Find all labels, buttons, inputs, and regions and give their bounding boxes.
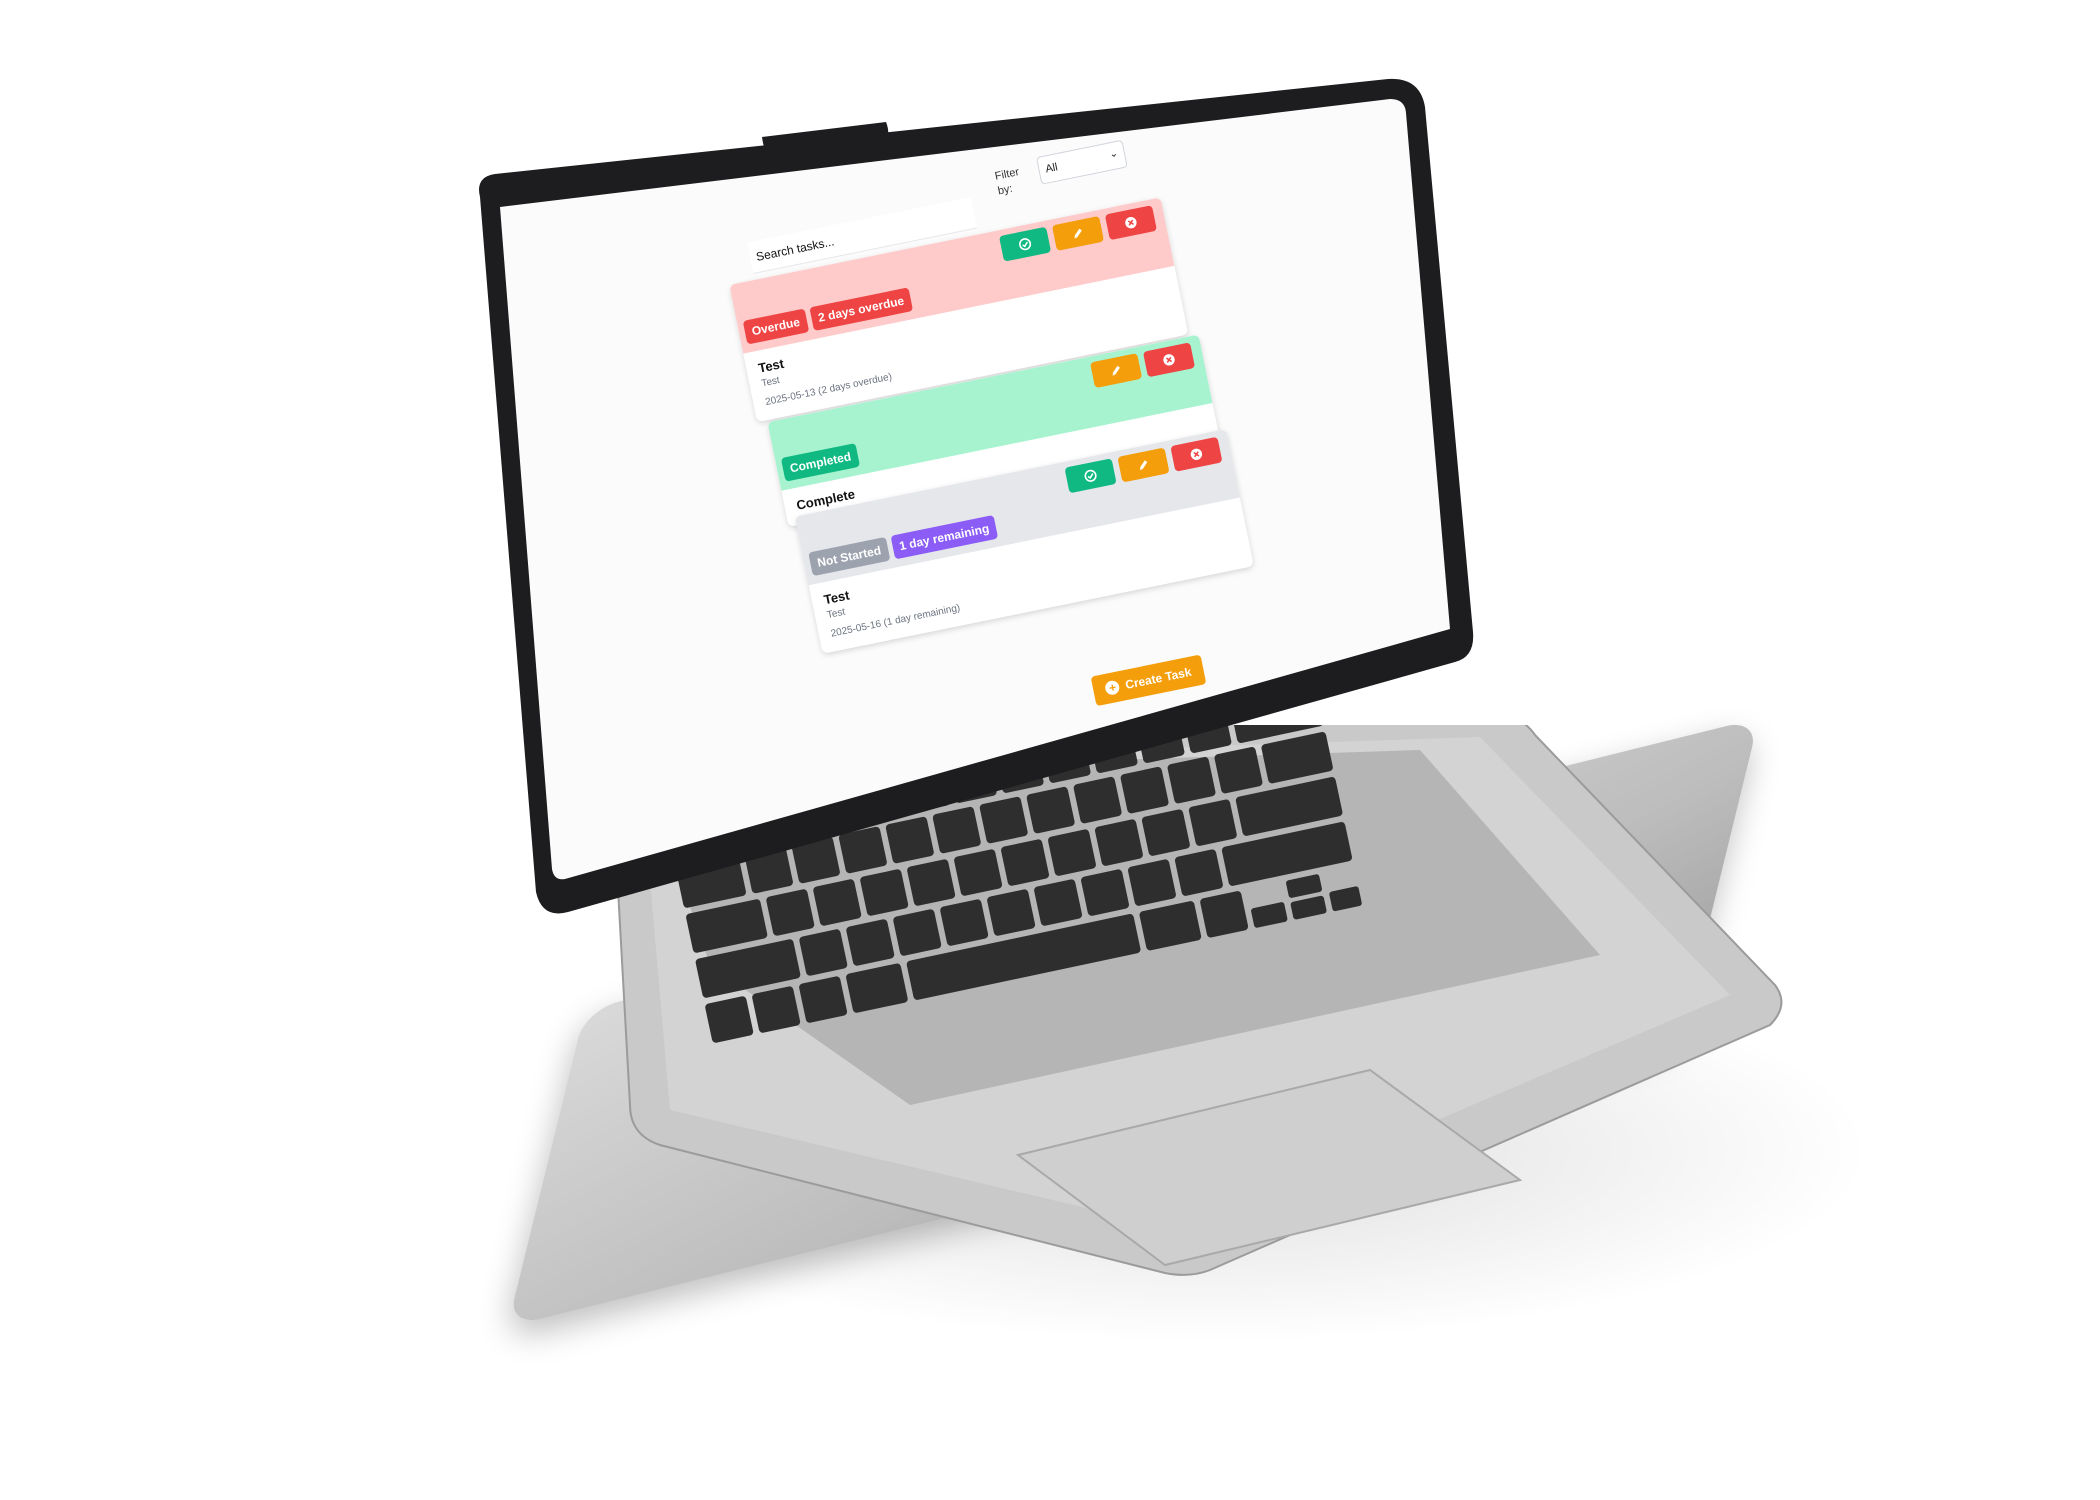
- close-icon: [1125, 216, 1137, 229]
- task-badges: Completed: [780, 443, 861, 482]
- delete-button[interactable]: [1142, 342, 1196, 378]
- pencil-icon: [1074, 228, 1082, 239]
- edit-button[interactable]: [1117, 447, 1170, 483]
- delete-button[interactable]: [1104, 205, 1158, 241]
- filter-select[interactable]: All ⌄: [1035, 139, 1128, 185]
- task-actions: [998, 205, 1158, 262]
- complete-button[interactable]: [998, 226, 1052, 262]
- create-task-button[interactable]: + Create Task: [1090, 654, 1207, 707]
- filter-label: Filter by:: [993, 166, 1021, 198]
- status-badge: Completed: [780, 443, 861, 482]
- chevron-down-icon: ⌄: [1108, 148, 1119, 161]
- close-icon: [1190, 448, 1203, 460]
- close-icon: [1163, 354, 1175, 366]
- edit-button[interactable]: [1051, 215, 1105, 251]
- delete-button[interactable]: [1170, 436, 1223, 472]
- create-task-label: Create Task: [1124, 664, 1193, 692]
- status-badge: Overdue: [742, 308, 809, 345]
- app-screen: Search tasks... Filter by: All ⌄ Overdue…: [660, 0, 1686, 997]
- check-circle-icon: [1019, 238, 1032, 251]
- filter-value: All: [1044, 161, 1059, 176]
- plus-icon: +: [1104, 679, 1121, 696]
- pencil-icon: [1140, 460, 1148, 471]
- pencil-icon: [1112, 365, 1120, 376]
- status-badge: Not Started: [808, 536, 891, 577]
- check-circle-icon: [1084, 469, 1097, 482]
- complete-button[interactable]: [1064, 458, 1117, 494]
- edit-button[interactable]: [1089, 353, 1143, 389]
